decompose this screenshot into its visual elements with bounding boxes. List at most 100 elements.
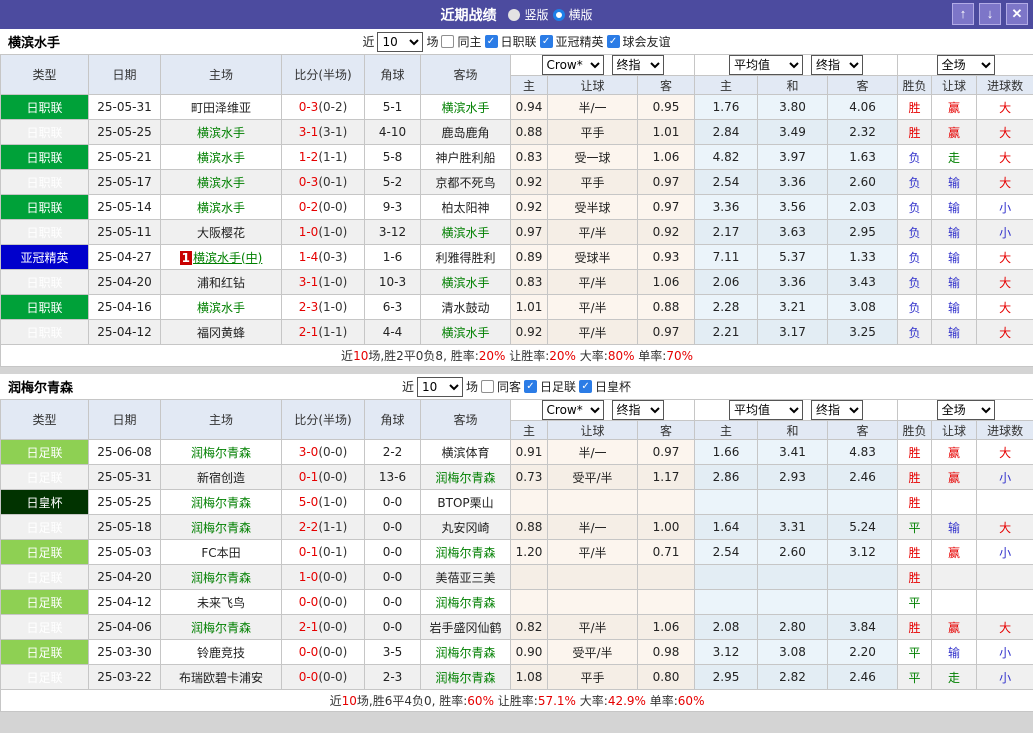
away-team-name: 横滨水手 [441,225,490,240]
full-time-score: 0-0 [298,595,319,609]
handicap-odds-away: 1.00 [636,514,696,540]
result-cell: 胜 [897,489,933,515]
goals-result-cell: 大 [976,439,1033,465]
handicap-odds-line [547,589,638,615]
move-up-button[interactable]: ↑ [952,3,974,25]
final-odds-select-1[interactable]: 终指 [611,400,664,420]
close-icon: ✕ [1011,6,1023,21]
goals-result-label: 大 [999,100,1012,115]
summary-segment: 80% [607,349,635,363]
handicap-result-cell: 赢 [931,94,978,120]
league-badge: 日足联 [0,564,89,590]
match-date: 25-06-08 [88,439,161,465]
league-checkbox-jfl[interactable]: ✓ [524,380,537,393]
half-time-score: (0-0) [318,620,348,634]
handicap-odds-line [547,564,638,590]
col-header-avg-draw: 和 [757,420,829,440]
close-button[interactable]: ✕ [1006,3,1028,25]
handicap-result-cell: 输 [931,294,978,320]
home-team-cell: 横滨水手 [160,194,282,220]
same-away-checkbox[interactable] [480,380,494,393]
score-cell: 1-0(0-0) [281,564,365,590]
summary-segment: 42.9% [607,694,646,708]
match-count-select[interactable]: 10 [377,31,424,52]
handicap-result-cell: 输 [931,194,978,220]
move-down-button[interactable]: ↓ [979,3,1001,25]
final-odds-select-1[interactable]: 终指 [611,55,664,75]
away-team-cell: 丸安冈崎 [420,514,511,540]
full-time-score: 0-1 [298,470,319,484]
summary-segment: 20% [549,349,576,363]
handicap-result-cell: 赢 [931,464,978,490]
same-away-label: 同客 [496,380,521,394]
league-checkbox-emperors-cup[interactable]: ✓ [579,380,593,393]
scope-header: 全场 [897,399,1033,421]
league-badge: 日足联 [0,439,89,465]
away-team-name: 润梅尔青森 [435,670,496,685]
match-date: 25-04-16 [88,294,161,320]
summary-segment: 大率: [575,349,608,363]
handicap-odds-line: 平/半 [547,269,638,295]
league-checkbox-jleague[interactable]: ✓ [484,35,498,48]
result-label: 平 [908,670,921,685]
final-odds-select-2[interactable]: 终指 [811,400,864,420]
window-titlebar: 近期战绩 竖版 横版 ↑ ↓ ✕ [0,0,1033,29]
avg-odds-away: 4.06 [827,94,899,120]
handicap-odds-line: 受平/半 [547,639,638,665]
matches-table: 类型 日期 主场 比分(半场) 角球 客场 Crow* 终指 平均值 终指 全场… [0,54,1033,367]
half-time-score: (0-0) [318,200,348,214]
full-time-score: 1-0 [298,225,319,239]
match-date: 25-05-21 [88,144,161,170]
summary-segment: 57.1% [537,694,576,708]
home-team-name[interactable]: 横滨水手(中) [193,251,262,265]
league-checkbox-friendly[interactable]: ✓ [606,35,620,48]
league-badge: 日职联 [0,294,89,320]
scope-select[interactable]: 全场 [936,400,995,420]
odds-source-select[interactable]: Crow* [541,55,604,75]
away-team-name: 丸安冈崎 [441,520,490,535]
result-label: 胜 [908,620,921,635]
goals-result-label: 大 [999,520,1012,535]
handicap-odds-line: 半/一 [547,94,638,120]
layout-horizontal-radio[interactable] [552,8,565,21]
away-team-cell: 神户胜利船 [420,144,511,170]
away-team-cell: 润梅尔青森 [420,539,511,565]
league-checkbox-acl[interactable]: ✓ [539,35,553,48]
away-team-cell: 利雅得胜利 [420,244,511,270]
handicap-result-label: 输 [948,300,961,315]
home-team-cell: 未来飞鸟 [160,589,282,615]
handicap-result-cell: 走 [931,664,978,690]
average-select[interactable]: 平均值 [729,55,804,75]
final-odds-select-2[interactable]: 终指 [811,55,864,75]
match-row: 亚冠精英 25-04-27 1 横滨水手(中) 1-4(0-3) 1-6 利雅得胜利 0.89… [0,244,1033,270]
col-header-handicap-result: 让球 [931,75,978,95]
match-count-select[interactable]: 10 [416,376,463,397]
away-team-name: 清水鼓动 [441,300,490,315]
handicap-result-label: 赢 [948,125,961,140]
corner-cell: 0-0 [364,589,421,615]
away-team-cell: 横滨体育 [420,439,511,465]
away-team-cell: 横滨水手 [420,269,511,295]
half-time-score: (0-3) [318,250,348,264]
same-home-checkbox[interactable] [441,35,455,48]
result-cell: 胜 [897,464,933,490]
col-header-handicap-result: 让球 [931,420,978,440]
goals-result-label: 小 [999,470,1012,485]
score-cell: 1-0(1-0) [281,219,365,245]
result-cell: 平 [897,514,933,540]
average-select[interactable]: 平均值 [729,400,804,420]
league-checkbox-jfl-label: 日足联 [540,380,577,394]
layout-vertical-radio[interactable] [508,8,521,21]
handicap-result-label: 输 [948,275,961,290]
avg-odds-away: 2.03 [827,194,899,220]
goals-result-cell [976,564,1033,590]
match-date: 25-05-03 [88,539,161,565]
odds-source-select[interactable]: Crow* [541,400,604,420]
corner-cell: 0-0 [364,564,421,590]
scope-select[interactable]: 全场 [936,55,995,75]
home-team-name: FC本田 [201,545,241,560]
summary-segment: 场,胜2平0负8, 胜率: [368,349,479,363]
avg-odds-draw: 3.31 [757,514,829,540]
result-label: 胜 [908,470,921,485]
match-date: 25-05-31 [88,464,161,490]
